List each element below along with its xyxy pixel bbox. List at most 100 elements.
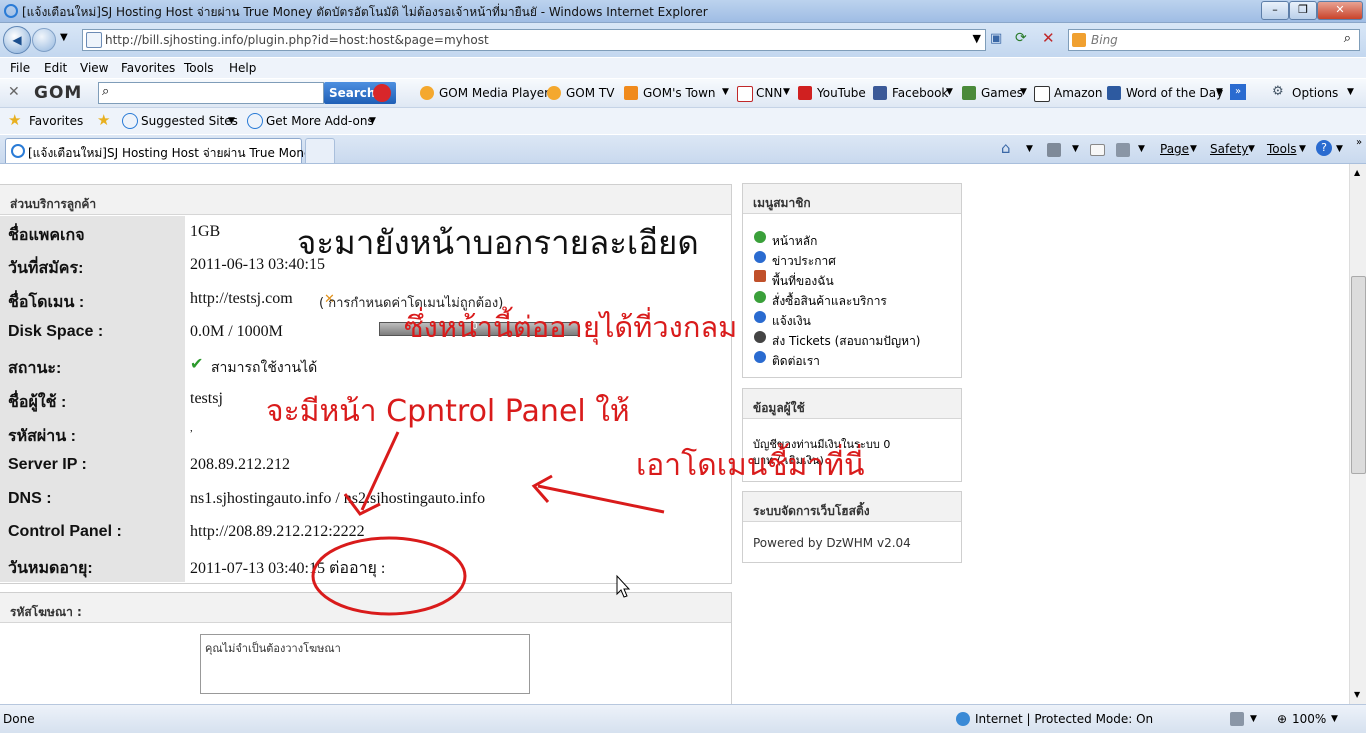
favorites-star-icon: ★ — [8, 111, 22, 129]
vertical-scrollbar[interactable]: ▲ ▼ — [1349, 164, 1366, 704]
dropdown-icon[interactable]: ▼ — [1336, 144, 1343, 154]
link-amazon[interactable]: Amazon — [1054, 86, 1103, 100]
games-icon — [962, 86, 976, 100]
menu-tools[interactable]: Tools — [184, 61, 214, 75]
link-facebook[interactable]: Facebook — [892, 86, 948, 100]
dropdown-icon[interactable]: ▼ — [722, 87, 729, 97]
gom-media-player-icon — [420, 86, 434, 100]
gom-toolbar: ✕ GOM ⌕ Search GOM Media Player GOM TV G… — [0, 79, 1366, 108]
link-cnn[interactable]: CNN — [756, 86, 782, 100]
add-favorite-icon[interactable]: ★ — [97, 111, 110, 129]
recent-pages-dropdown-icon[interactable]: ▼ — [60, 32, 68, 43]
dropdown-icon[interactable]: ▼ — [228, 116, 235, 126]
close-window-button[interactable]: ✕ — [1317, 1, 1363, 20]
tab-row: [แจ้งเตือนใหม่]SJ Hosting Host จ่ายผ่าน … — [0, 135, 1366, 164]
browser-tab-active[interactable]: [แจ้งเตือนใหม่]SJ Hosting Host จ่ายผ่าน … — [5, 138, 323, 163]
scroll-down-icon[interactable]: ▼ — [1354, 690, 1360, 699]
favorites-button[interactable]: Favorites — [29, 114, 83, 128]
suggested-sites-link[interactable]: Suggested Sites — [141, 114, 238, 128]
word-of-the-day-icon — [1107, 86, 1121, 100]
addons-icon — [247, 113, 263, 129]
print-icon[interactable] — [1116, 143, 1130, 157]
rss-icon — [624, 86, 638, 100]
forward-button[interactable] — [32, 28, 56, 52]
dropdown-icon[interactable]: ▼ — [1190, 144, 1197, 154]
annotation-drawing — [311, 431, 665, 616]
home-icon[interactable]: ⌂ — [1001, 139, 1011, 157]
maximize-button[interactable]: ❐ — [1289, 1, 1317, 20]
toolbar-options[interactable]: Options — [1292, 86, 1338, 100]
minimize-button[interactable]: – — [1261, 1, 1289, 20]
dropdown-icon[interactable]: ▼ — [946, 87, 953, 97]
address-url[interactable]: http://bill.sjhosting.info/plugin.php?id… — [105, 33, 489, 47]
link-word-of-the-day[interactable]: Word of the Day — [1126, 86, 1223, 100]
dropdown-icon[interactable]: ▼ — [1299, 144, 1306, 154]
safety-menu[interactable]: Safety — [1210, 142, 1248, 156]
dropdown-icon[interactable]: ▼ — [783, 87, 790, 97]
menu-file[interactable]: File — [10, 61, 30, 75]
security-zone: Internet | Protected Mode: On — [975, 712, 1154, 726]
scroll-up-icon[interactable]: ▲ — [1354, 168, 1360, 177]
link-gom-tv[interactable]: GOM TV — [566, 86, 614, 100]
youtube-icon — [798, 86, 812, 100]
status-bar: Done Internet | Protected Mode: On ▼ ⊕ 1… — [0, 704, 1366, 733]
refresh-icon[interactable]: ⟳ — [1015, 30, 1027, 46]
tools-menu[interactable]: Tools — [1267, 142, 1297, 156]
dropdown-icon[interactable]: ▼ — [1138, 144, 1145, 154]
link-goms-town[interactable]: GOM's Town — [643, 86, 716, 100]
address-dropdown-icon[interactable]: ▼ — [973, 32, 981, 45]
more-commands-icon[interactable]: » — [1356, 137, 1362, 148]
page-menu[interactable]: Page — [1160, 142, 1189, 156]
dropdown-icon[interactable]: ▼ — [1020, 87, 1027, 97]
zoom-level[interactable]: 100% — [1292, 712, 1326, 726]
ie-logo-icon — [4, 4, 18, 18]
gom-tv-icon — [547, 86, 561, 100]
dropdown-icon[interactable]: ▼ — [1248, 144, 1255, 154]
tab-ie-icon — [11, 144, 25, 158]
globe-icon — [956, 712, 970, 726]
dropdown-icon[interactable]: ▼ — [1072, 144, 1079, 154]
suggested-sites-icon — [122, 113, 138, 129]
amazon-icon — [1034, 86, 1050, 102]
menu-help[interactable]: Help — [229, 61, 256, 75]
address-bar[interactable]: http://bill.sjhosting.info/plugin.php?id… — [82, 29, 986, 51]
scrollbar-thumb[interactable] — [1351, 276, 1366, 474]
menu-view[interactable]: View — [80, 61, 108, 75]
menu-edit[interactable]: Edit — [44, 61, 67, 75]
more-links-icon[interactable]: » — [1230, 84, 1246, 100]
search-icon: ⌕ — [102, 84, 110, 99]
dropdown-icon[interactable]: ▼ — [1331, 714, 1338, 724]
menu-bar: File Edit View Favorites Tools Help — [0, 58, 1366, 78]
zoom-icon: ⊕ — [1277, 712, 1288, 726]
dropdown-icon[interactable]: ▼ — [369, 116, 376, 126]
search-icon[interactable]: ⌕ — [1344, 31, 1351, 46]
dropdown-icon[interactable]: ▼ — [1216, 87, 1223, 97]
toolbar-close-icon[interactable]: ✕ — [8, 84, 20, 100]
window-title-bar: [แจ้งเตือนใหม่]SJ Hosting Host จ่ายผ่าน … — [0, 0, 1366, 23]
search-box[interactable]: Bing ⌕ — [1068, 29, 1360, 51]
feeds-icon[interactable] — [1047, 143, 1061, 157]
link-gom-media-player[interactable]: GOM Media Player — [439, 86, 549, 100]
dropdown-icon[interactable]: ▼ — [1347, 87, 1354, 97]
menu-favorites[interactable]: Favorites — [121, 61, 175, 75]
gom-search-button[interactable]: Search — [324, 82, 396, 104]
dropdown-icon[interactable]: ▼ — [1026, 144, 1033, 154]
facebook-icon — [873, 86, 887, 100]
navigation-bar: ◀ ▼ http://bill.sjhosting.info/plugin.ph… — [0, 23, 1366, 57]
stop-icon[interactable]: ✕ — [1042, 29, 1055, 47]
back-button[interactable]: ◀ — [3, 26, 31, 54]
cnn-icon — [737, 86, 753, 102]
tab-title: [แจ้งเตือนใหม่]SJ Hosting Host จ่ายผ่าน … — [28, 146, 323, 160]
status-text: Done — [3, 712, 35, 726]
link-youtube[interactable]: YouTube — [817, 86, 866, 100]
gom-search-input[interactable]: ⌕ — [98, 82, 324, 104]
mail-icon[interactable] — [1090, 144, 1105, 156]
new-tab-button[interactable] — [305, 138, 335, 164]
protected-mode-icon[interactable] — [1230, 712, 1244, 726]
compatibility-view-icon[interactable]: ▣ — [990, 31, 1002, 46]
dropdown-icon[interactable]: ▼ — [1250, 714, 1257, 724]
link-games[interactable]: Games — [981, 86, 1023, 100]
bing-logo-icon — [1072, 33, 1086, 47]
get-more-addons-link[interactable]: Get More Add-ons — [266, 114, 374, 128]
help-icon[interactable]: ? — [1316, 140, 1332, 156]
